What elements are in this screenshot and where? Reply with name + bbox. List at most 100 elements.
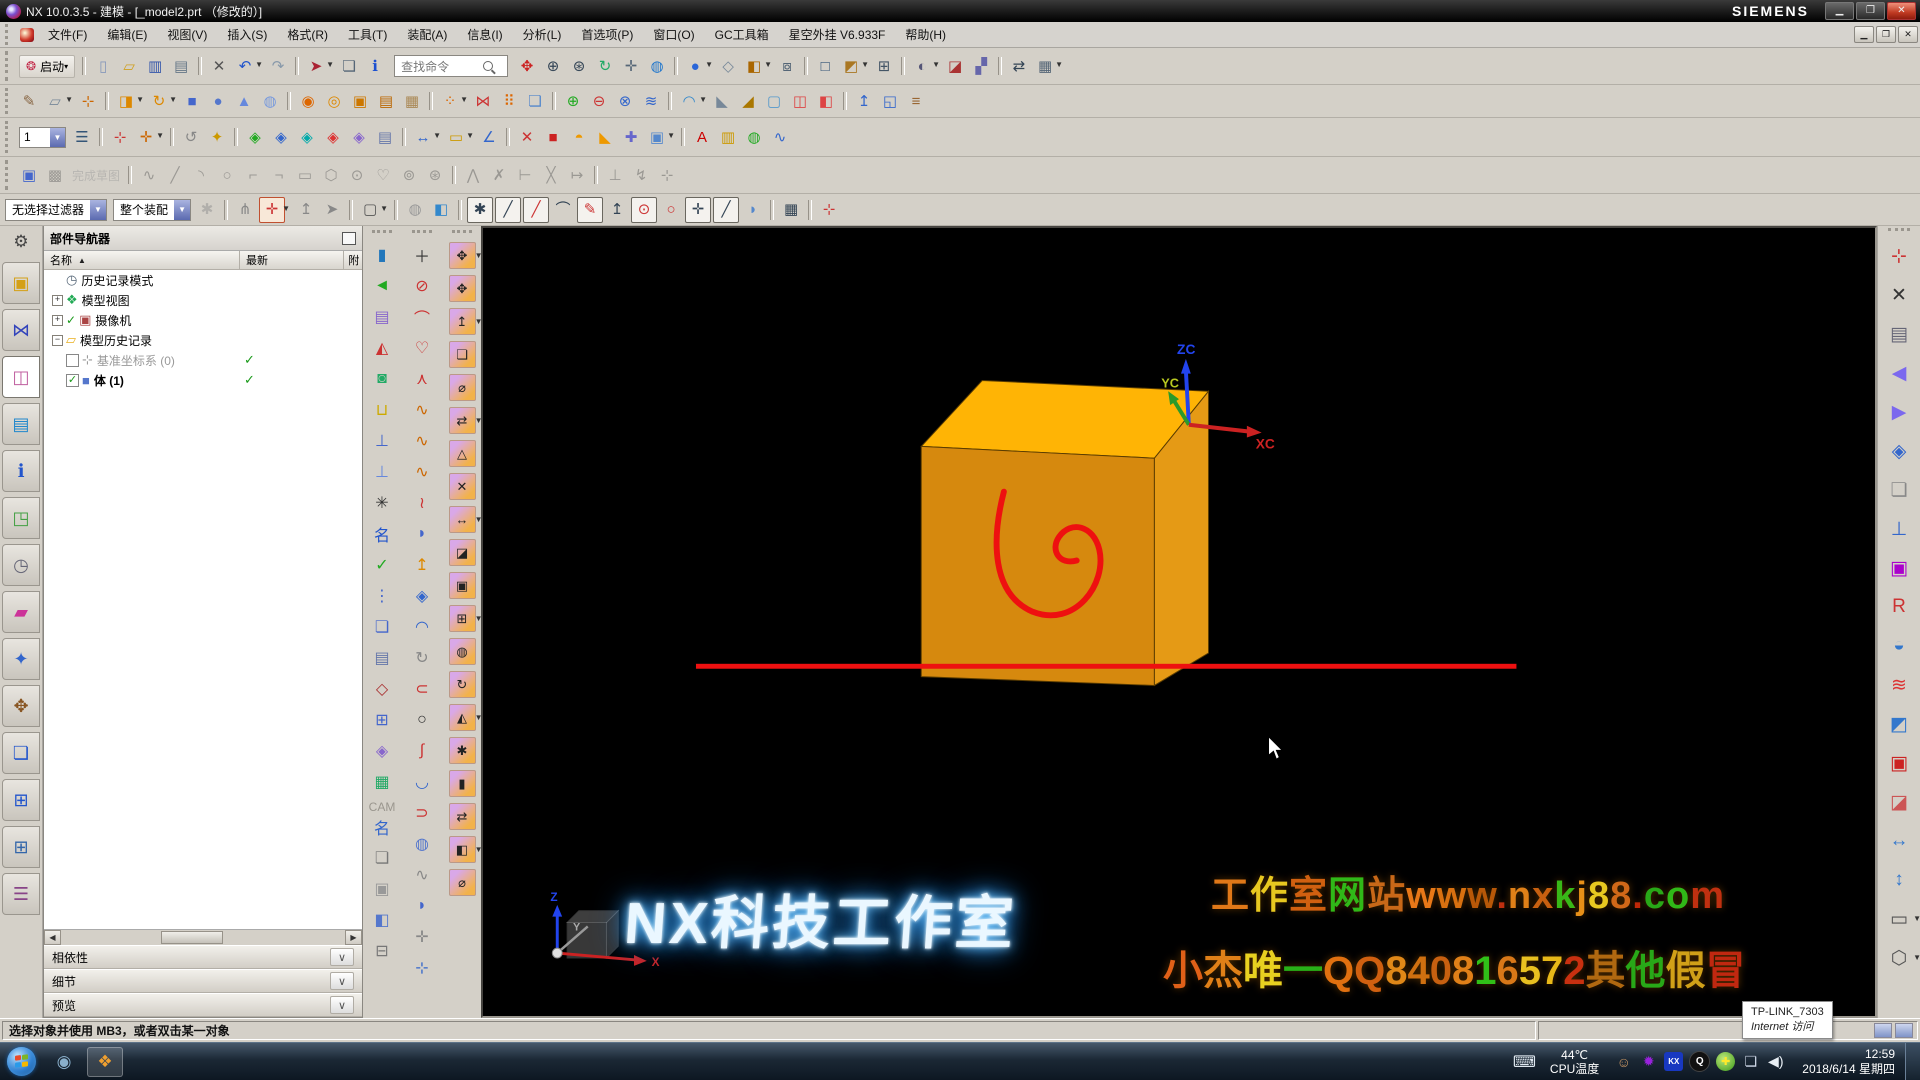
bounding-box-button[interactable]: ▣	[1884, 748, 1914, 778]
height-dim-button[interactable]: ↕	[1884, 865, 1914, 895]
constraint-sheet-button[interactable]: ▤	[373, 125, 397, 149]
pocket-mill-button[interactable]: ◓	[567, 125, 591, 149]
tab-window-cascade[interactable]: ❏	[2, 732, 40, 774]
rotate-view-button[interactable]: ↻	[593, 54, 617, 78]
edit-cross-button[interactable]: ✱	[449, 737, 476, 764]
tag-gem-button[interactable]: ◈	[370, 738, 395, 763]
measure-angle-button[interactable]: ∠	[477, 125, 501, 149]
tab-system-scenes[interactable]: ✥	[2, 685, 40, 727]
swap-face-button[interactable]: ⇄	[449, 803, 476, 830]
mirror-half-button[interactable]: ◭	[370, 335, 395, 360]
split-body-button[interactable]: ◧	[814, 89, 838, 113]
pattern-face-button[interactable]: ⊞▼	[449, 605, 476, 632]
cone-button[interactable]: ▲	[232, 89, 256, 113]
gear-icon[interactable]: ⚙	[13, 232, 28, 252]
combine-curve-button[interactable]: ∿	[410, 428, 435, 453]
curvature-button[interactable]: ∿	[768, 125, 792, 149]
child-close-button[interactable]: ✕	[1898, 26, 1918, 43]
snap-midpoint-button[interactable]: ✱	[467, 197, 493, 223]
panel-preview[interactable]: 预览∨	[44, 993, 362, 1017]
shell-face-button[interactable]: ◪	[449, 539, 476, 566]
menu-item-分析L[interactable]: 分析(L)	[513, 23, 572, 46]
circle-button[interactable]: ○	[215, 163, 239, 187]
spin-face-button[interactable]: ↻	[449, 671, 476, 698]
lock-button[interactable]: ✦	[205, 125, 229, 149]
snap-online-button[interactable]: ╱	[523, 197, 549, 223]
keyboard-icon[interactable]: ⌨	[1513, 1052, 1536, 1072]
fit-view-button[interactable]: ✥	[515, 54, 539, 78]
point-line-button[interactable]: ⊘	[410, 273, 435, 298]
mirror-feature-button[interactable]: ⋈	[471, 89, 495, 113]
app-menu-icon[interactable]	[20, 28, 34, 42]
datum-up-button[interactable]: ⊥	[1884, 514, 1914, 544]
tag-copy-button[interactable]: ❏	[370, 845, 395, 870]
polyline-button[interactable]: ⋏	[410, 366, 435, 391]
datum-plane-button[interactable]: ▱▼	[43, 89, 67, 113]
tag-mesh-button[interactable]: ▦	[370, 769, 395, 794]
tab-reuse-library[interactable]: ▤	[2, 403, 40, 445]
sphere-face-button[interactable]: ◍	[449, 638, 476, 665]
mirror-arc-button[interactable]: ⊃	[410, 800, 435, 825]
close-button[interactable]: ✕	[1887, 2, 1916, 20]
snap-circle-button[interactable]: ○	[659, 198, 683, 222]
bar-face-button[interactable]: ▮	[449, 770, 476, 797]
region-bool-button[interactable]: ◙	[370, 366, 395, 391]
point-tool-button[interactable]: ⊹	[410, 955, 435, 980]
project-curve-button[interactable]: ∿	[410, 397, 435, 422]
menu-item-首选项P[interactable]: 首选项(P)	[571, 23, 643, 46]
clamp-double-button[interactable]: ⊥	[370, 459, 395, 484]
hole-button[interactable]: ◉	[296, 89, 320, 113]
tag-name-button[interactable]: 名	[370, 521, 395, 546]
boss-button[interactable]: ◎	[322, 89, 346, 113]
constraint-distance-button[interactable]: ◈	[295, 125, 319, 149]
offset-face-button[interactable]: ↥	[852, 89, 876, 113]
lift-plane-button[interactable]: ↥	[410, 552, 435, 577]
edit-section-button[interactable]: ◪	[943, 54, 967, 78]
menu-item-GC工具箱[interactable]: GC工具箱	[705, 23, 779, 46]
trim-body-button[interactable]: ◫	[788, 89, 812, 113]
menu-item-视图V[interactable]: 视图(V)	[157, 23, 217, 46]
bend-button[interactable]: ◣	[593, 125, 617, 149]
mirror-face-button[interactable]: ◭▼	[449, 704, 476, 731]
extend-curve-button[interactable]: ⊢	[513, 163, 537, 187]
grid-button[interactable]: ▦	[779, 198, 803, 222]
undo-button[interactable]: ↶▼	[233, 54, 257, 78]
half-face-button[interactable]: ◧▼	[449, 836, 476, 863]
sphere-button[interactable]: ◍	[258, 89, 282, 113]
tab-history[interactable]: ◳	[2, 497, 40, 539]
graphics-viewport[interactable]: ZC YC XC Z X	[481, 226, 1877, 1018]
quick-extend-button[interactable]: ↦	[565, 163, 589, 187]
section-view-button[interactable]: ◪	[1884, 787, 1914, 817]
shaded-cube-button[interactable]: ◧	[429, 198, 453, 222]
snap-sketch-button[interactable]: ✎	[577, 197, 603, 223]
cylinder-curve-button[interactable]: ◗	[410, 521, 435, 546]
tab-roles[interactable]: ✦	[2, 638, 40, 680]
part-navigator-title[interactable]: 部件导航器	[44, 226, 362, 251]
tag-minus-button[interactable]: ⊟	[370, 938, 395, 963]
delete-button[interactable]: ✕	[207, 54, 231, 78]
snap-point-button[interactable]: ✛▼	[259, 197, 285, 223]
finish-sketch-flag-button[interactable]: ▩	[43, 163, 67, 187]
slot-button[interactable]: ⊔	[370, 397, 395, 422]
sketch-task-button[interactable]: ▣	[17, 163, 41, 187]
expand-icon[interactable]: −	[52, 335, 63, 346]
panel-details[interactable]: 细节∨	[44, 969, 362, 993]
tree-row[interactable]: ⊹基准坐标系 (0)✓	[44, 350, 362, 370]
tag-doc-button[interactable]: ❏	[370, 614, 395, 639]
toolbar-drag-handle[interactable]	[5, 121, 13, 153]
sphere-tool-button[interactable]: ◍	[410, 831, 435, 856]
panel-dependencies[interactable]: 相依性∨	[44, 945, 362, 969]
trim-curve-button[interactable]: ✗	[487, 163, 511, 187]
snap-hand-button[interactable]: ➤	[320, 198, 344, 222]
rotate-scene-button[interactable]: ◈	[1884, 436, 1914, 466]
front-view-button[interactable]: □	[813, 54, 837, 78]
command-finder[interactable]	[394, 55, 508, 77]
menu-item-编辑E[interactable]: 编辑(E)	[97, 23, 157, 46]
sew-button[interactable]: ≋	[639, 89, 663, 113]
tree-row[interactable]: +✓▣摄像机	[44, 310, 362, 330]
print-button[interactable]: ▤	[169, 54, 193, 78]
search-input[interactable]	[399, 58, 483, 74]
section-cube-button[interactable]: ▣▼	[645, 125, 669, 149]
layer-setting-widget[interactable]: 1▼	[19, 127, 66, 148]
edge-blend-button[interactable]: ◠▼	[677, 89, 701, 113]
